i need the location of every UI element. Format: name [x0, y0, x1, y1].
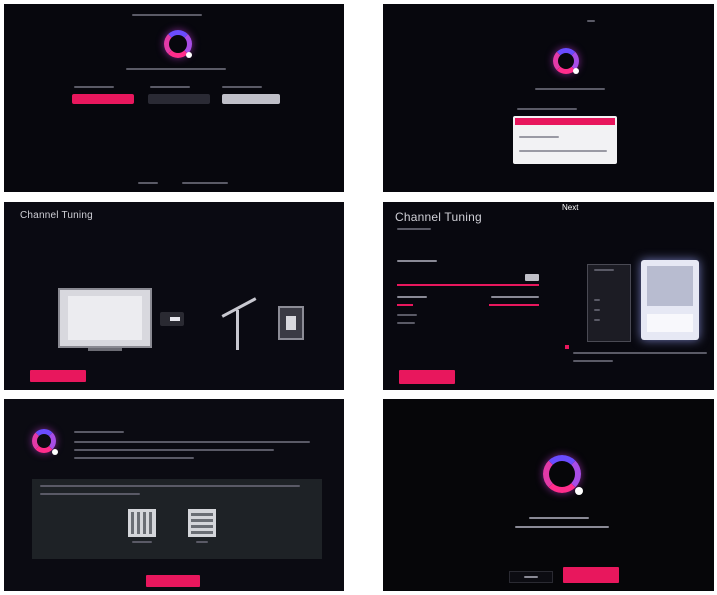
phone-screen	[641, 260, 699, 340]
qr-code-icon	[188, 509, 216, 537]
tv-icon	[58, 288, 152, 348]
page-title: Channel Tuning	[395, 210, 482, 224]
next-button[interactable]	[399, 370, 455, 384]
ring-dot	[573, 68, 579, 74]
next-button[interactable]	[30, 370, 86, 382]
page-title: Channel Tuning	[20, 210, 93, 221]
screen-setup-selectors	[4, 4, 344, 192]
dropdown-item[interactable]	[519, 136, 559, 138]
option-label	[397, 314, 417, 316]
selector-label-1	[74, 86, 114, 88]
hint-text	[573, 360, 613, 362]
selector-label-2	[150, 86, 190, 88]
progress-bar	[397, 284, 539, 286]
footer-link-2[interactable]	[182, 182, 228, 184]
bullet-marker	[565, 345, 569, 349]
footer-link-1[interactable]	[138, 182, 158, 184]
option-marker	[489, 304, 539, 306]
antenna-icon	[236, 310, 239, 350]
body-text	[74, 449, 274, 451]
next-label: Next	[562, 203, 579, 212]
body-text	[74, 457, 194, 459]
dropdown-selected-item[interactable]	[515, 118, 615, 125]
antenna-arm	[221, 297, 257, 318]
screen-channel-tuning-devices: Channel Tuning	[4, 202, 344, 390]
header-text	[132, 14, 202, 16]
message-text	[529, 517, 589, 519]
description-text	[126, 68, 226, 70]
message-text	[515, 526, 609, 528]
dropdown-item[interactable]	[519, 150, 607, 152]
body-text	[74, 441, 310, 443]
dropdown-list[interactable]	[513, 116, 617, 164]
option-label	[397, 322, 415, 324]
ring-dot	[186, 52, 192, 58]
side-panel	[587, 264, 631, 342]
dropdown-label	[517, 108, 577, 110]
heading-text	[74, 431, 124, 433]
option-label	[397, 296, 427, 298]
top-dot	[587, 20, 595, 22]
tv-stand	[88, 348, 122, 351]
connector-icon	[160, 312, 184, 326]
selector-label-3	[222, 86, 262, 88]
back-button[interactable]	[509, 571, 553, 583]
selector-2[interactable]	[148, 94, 210, 104]
ring-dot	[575, 487, 583, 495]
description-text	[535, 88, 605, 90]
option-marker	[397, 304, 413, 306]
section-label	[397, 260, 437, 262]
selector-1[interactable]	[72, 94, 134, 104]
subtitle	[397, 228, 431, 230]
ring-dot	[52, 449, 58, 455]
option-value	[491, 296, 539, 298]
confirm-button[interactable]	[563, 567, 619, 583]
qr-code-icon	[128, 509, 156, 537]
hint-text	[573, 352, 707, 354]
qr-section	[32, 479, 322, 559]
cable-box-icon	[278, 306, 304, 340]
screen-dropdown	[383, 4, 714, 192]
toggle-button[interactable]	[525, 274, 539, 281]
screen-channel-tuning-settings: Channel Tuning	[383, 202, 714, 390]
screen-qr-codes	[4, 399, 344, 591]
screen-confirm	[383, 399, 714, 591]
next-button[interactable]	[146, 575, 200, 587]
selector-3[interactable]	[222, 94, 280, 104]
